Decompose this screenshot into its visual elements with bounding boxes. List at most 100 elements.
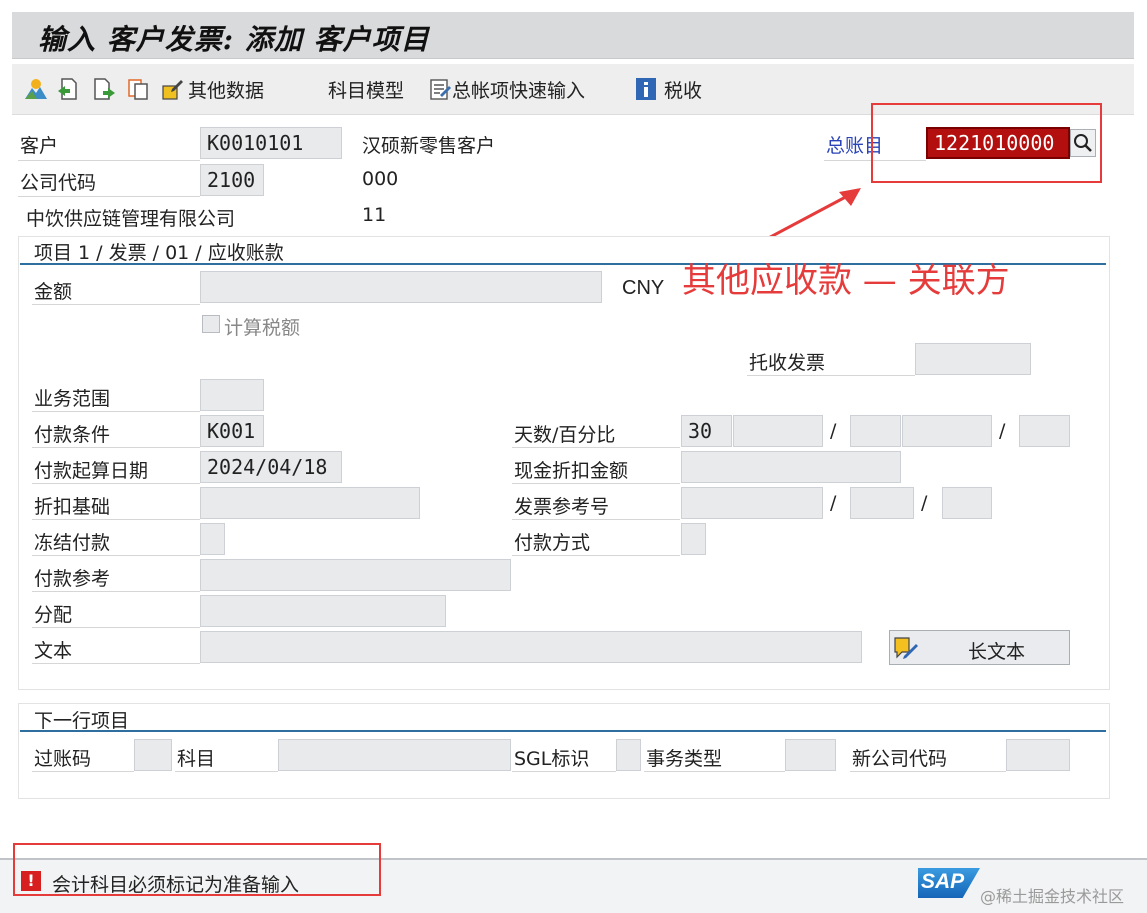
gl-fast-entry-button[interactable]: 总帐项快速输入 [428,75,585,103]
copy-document-button[interactable] [56,75,80,103]
cash-discount-amount-field[interactable] [681,451,901,483]
collection-invoice-underline [747,375,915,376]
account-field[interactable] [278,739,511,771]
posting-key-label: 过账码 [34,748,92,770]
days3-field[interactable] [1019,415,1070,447]
account-underline [175,771,278,772]
customer-field[interactable]: K0010101 [200,127,342,159]
company-code-label: 公司代码 [20,172,97,194]
other-data-label: 其他数据 [188,79,265,102]
separator-1: / [830,420,837,442]
days-percent-underline [512,447,680,448]
customer-underline [18,160,200,161]
payment-method-underline [512,555,680,556]
assignment-underline [32,627,200,628]
customer-name: 汉硕新零售客户 [362,135,496,157]
separator-2: / [999,420,1006,442]
sgl-label: SGL标识 [514,748,590,770]
note-edit-icon [894,637,918,659]
calc-tax-checkbox[interactable] [202,315,220,333]
info-icon [636,78,656,100]
edit-icon [162,80,183,100]
transaction-type-underline [644,771,785,772]
invoice-ref-field[interactable] [681,487,823,519]
gl-fast-entry-label: 总帐项快速输入 [452,79,586,102]
separator-4: / [921,492,928,514]
payment-method-field[interactable] [681,523,706,555]
invoice-ref-item-field[interactable] [942,487,992,519]
baseline-date-underline [32,483,200,484]
percent1-field[interactable] [733,415,823,447]
payment-block-underline [32,555,200,556]
page-title: 输入 客户发票: 添加 客户项目 [38,23,430,56]
amount-label: 金额 [34,281,73,303]
percent2-field[interactable] [902,415,992,447]
payment-block-label: 冻结付款 [34,532,111,554]
sgl-underline [512,771,616,772]
tax-button[interactable]: 税收 [634,75,702,103]
new-company-code-field[interactable] [1006,739,1070,771]
account-label: 科目 [177,748,216,770]
baseline-date-label: 付款起算日期 [34,460,149,482]
transaction-type-field[interactable] [785,739,836,771]
annotation-box-gl-account [871,103,1102,183]
company-code-field[interactable]: 2100 [200,164,264,196]
days1-field[interactable]: 30 [681,415,732,447]
new-company-code-underline [850,771,1006,772]
posting-key-underline [32,771,134,772]
separator-3: / [830,492,837,514]
overview-button[interactable] [24,75,48,103]
cash-discount-underline [512,483,680,484]
annotation-box-status [13,843,381,896]
invoice-ref-year-field[interactable] [850,487,914,519]
customer-label: 客户 [20,135,59,157]
discount-base-underline [32,519,200,520]
copy-button[interactable] [126,75,150,103]
payment-ref-field[interactable] [200,559,511,591]
sgl-field[interactable] [616,739,641,771]
business-area-field[interactable] [200,379,264,411]
payment-terms-underline [32,447,200,448]
text-field[interactable] [200,631,862,663]
company-code-underline [18,196,200,197]
mountain-icon [25,79,47,99]
company-name: 中饮供应链管理有限公司 [26,208,236,230]
text-underline [32,663,200,664]
payment-block-field[interactable] [200,523,225,555]
calc-tax-label: 计算税额 [224,317,301,339]
forward-document-button[interactable] [92,75,116,103]
payment-terms-label: 付款条件 [34,424,111,446]
assignment-label: 分配 [34,604,73,626]
discount-base-field[interactable] [200,487,420,519]
account-model-button[interactable]: 科目模型 [328,75,404,103]
tax-label: 税收 [664,79,703,102]
item-group-title: 项目 1 / 发票 / 01 / 应收账款 [34,242,284,264]
invoice-ref-label: 发票参考号 [514,496,610,518]
long-text-label: 长文本 [968,641,1026,663]
document-back-icon [58,78,77,100]
long-text-button[interactable]: 长文本 [889,630,1070,665]
payment-method-label: 付款方式 [514,532,591,554]
days2-field[interactable] [850,415,901,447]
amount-underline [32,304,200,305]
company-extra: 11 [362,204,387,226]
collection-invoice-label: 托收发票 [749,352,826,374]
text-label: 文本 [34,640,73,662]
payment-terms-field[interactable]: K001 [200,415,264,447]
posting-key-field[interactable] [134,739,172,771]
baseline-date-field[interactable]: 2024/04/18 [200,451,342,483]
document-forward-icon [94,78,115,100]
payment-ref-underline [32,591,200,592]
assignment-field[interactable] [200,595,446,627]
account-model-label: 科目模型 [328,79,405,102]
amount-field[interactable] [200,271,602,303]
sap-logo-text: SAP [921,870,965,893]
invoice-ref-underline [512,519,680,520]
payment-ref-label: 付款参考 [34,568,111,590]
days-percent-label: 天数/百分比 [514,424,616,446]
business-area-underline [32,411,200,412]
discount-base-label: 折扣基础 [34,496,111,518]
other-data-button[interactable]: 其他数据 [160,75,264,103]
next-item-title: 下一行项目 [34,710,130,732]
collection-invoice-field[interactable] [915,343,1031,375]
